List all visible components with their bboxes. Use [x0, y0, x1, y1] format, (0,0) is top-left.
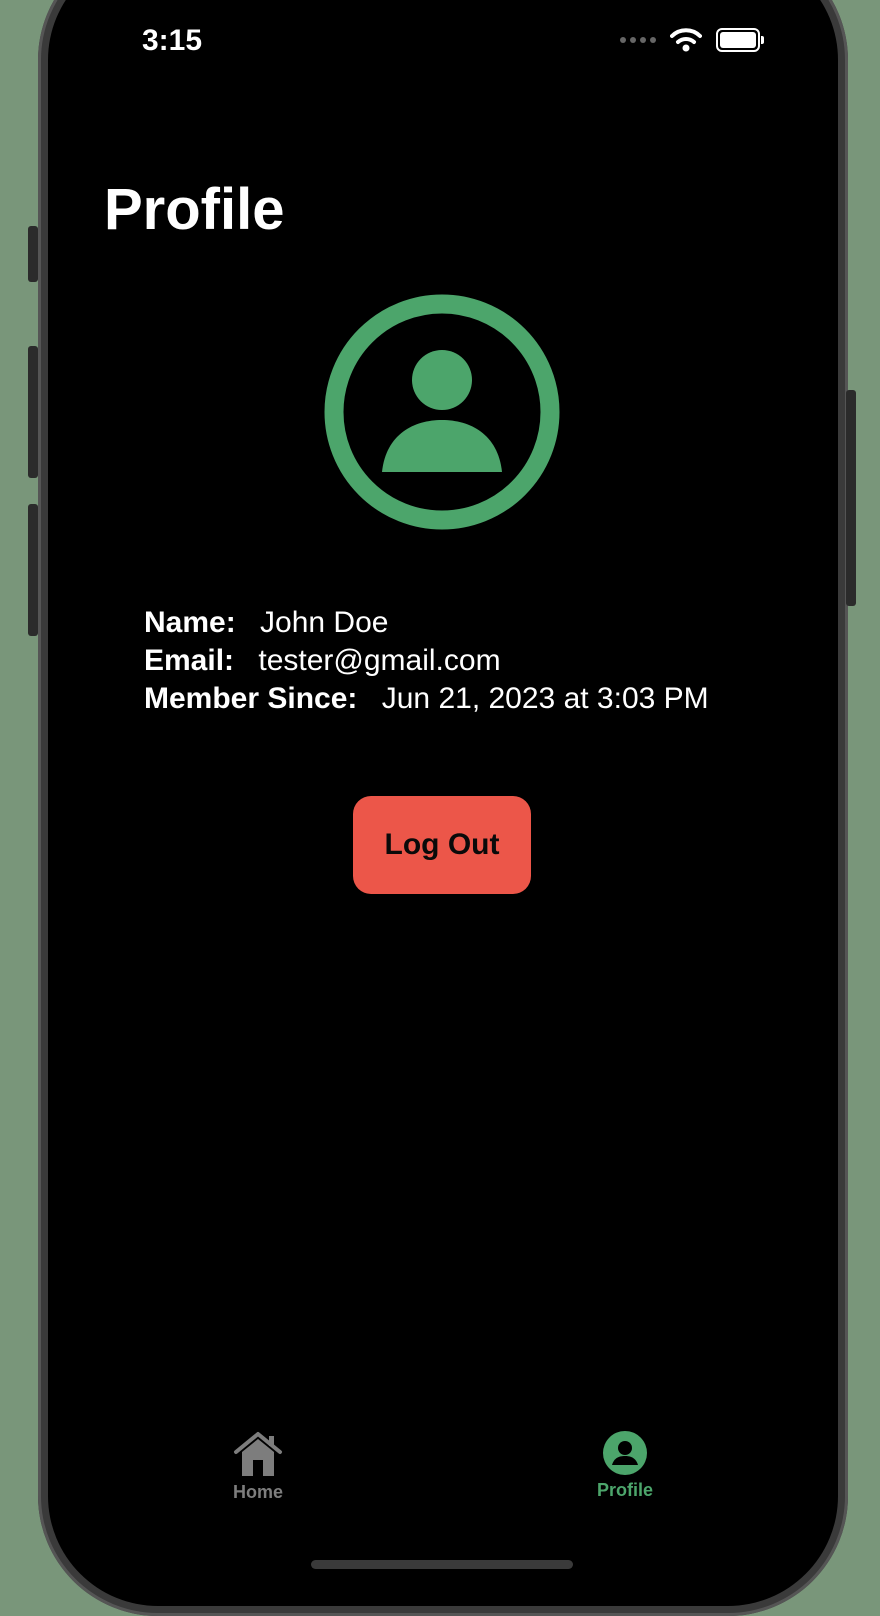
tab-bar: Home Profile	[48, 1430, 838, 1530]
tab-home[interactable]: Home	[188, 1430, 328, 1503]
member-since-row: Member Since: Jun 21, 2023 at 3:03 PM	[144, 680, 709, 718]
battery-icon	[716, 28, 764, 52]
email-value: tester@gmail.com	[258, 644, 501, 677]
tab-profile-label: Profile	[596, 1480, 653, 1500]
signal-icon	[620, 37, 656, 43]
member-since-label: Member Since:	[144, 682, 358, 715]
home-indicator	[311, 1560, 573, 1569]
status-time: 3:15	[142, 24, 203, 57]
name-row: Name: John Doe	[144, 604, 709, 642]
name-value: John Doe	[260, 606, 389, 639]
member-since-value: Jun 21, 2023 at 3:03 PM	[381, 682, 709, 715]
tab-home-label: Home	[232, 1482, 283, 1502]
person-circle-icon	[324, 294, 560, 530]
email-row: Email: tester@gmail.com	[144, 642, 709, 680]
volume-up-button	[28, 346, 38, 478]
mute-switch	[28, 226, 38, 282]
wifi-icon	[670, 28, 702, 52]
status-icons	[620, 28, 764, 52]
screen: 3:15 Profile Name: John Doe Email: teste…	[48, 0, 838, 1606]
profile-info: Name: John Doe Email: tester@gmail.com M…	[144, 604, 709, 718]
volume-down-button	[28, 504, 38, 636]
power-button	[846, 390, 856, 606]
device-background: 3:15 Profile Name: John Doe Email: teste…	[0, 0, 880, 1616]
person-circle-icon	[603, 1431, 647, 1475]
tab-profile[interactable]: Profile	[555, 1430, 695, 1501]
house-icon	[234, 1432, 282, 1476]
email-label: Email:	[144, 644, 235, 677]
page-title: Profile	[104, 177, 285, 242]
logout-button[interactable]: Log Out	[353, 796, 531, 894]
name-label: Name:	[144, 606, 236, 639]
